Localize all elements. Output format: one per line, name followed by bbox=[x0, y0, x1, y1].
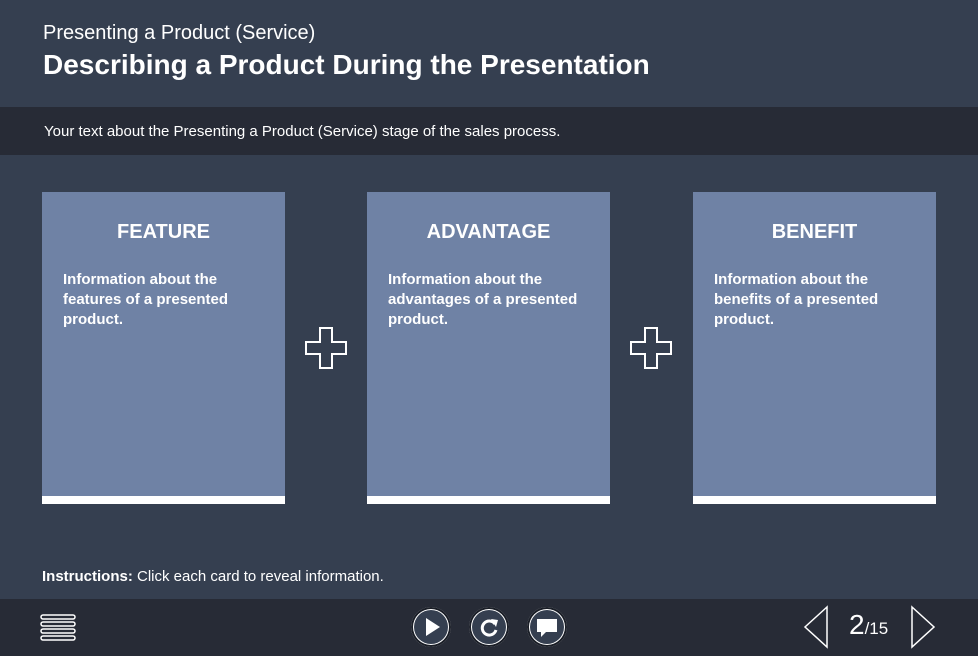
slide-title: Describing a Product During the Presenta… bbox=[43, 49, 650, 80]
card-text: Information about the features of a pres… bbox=[63, 271, 229, 328]
prev-arrow-icon[interactable] bbox=[803, 605, 829, 649]
intro-text: Your text about the Presenting a Product… bbox=[44, 123, 561, 140]
instructions-label: Instructions: bbox=[42, 568, 133, 585]
replay-button[interactable] bbox=[469, 607, 509, 647]
card-title: FEATURE bbox=[117, 221, 210, 243]
card-benefit[interactable]: BENEFIT Information about the benefits o… bbox=[693, 192, 936, 504]
play-button[interactable] bbox=[411, 607, 451, 647]
card-text: Information about the benefits of a pres… bbox=[714, 271, 879, 328]
plus-icon bbox=[305, 327, 347, 369]
comment-button[interactable] bbox=[527, 607, 567, 647]
player-toolbar: 2/15 bbox=[0, 599, 978, 656]
card-text: Information about the advantages of a pr… bbox=[388, 271, 578, 328]
card-title: BENEFIT bbox=[771, 221, 858, 243]
plus-icon bbox=[630, 327, 672, 369]
page-total: /15 bbox=[864, 619, 889, 638]
card-title: ADVANTAGE bbox=[426, 221, 551, 243]
page-counter: 2/15 bbox=[849, 609, 888, 641]
play-icon bbox=[426, 618, 440, 636]
card-advantage[interactable]: ADVANTAGE Information about the advantag… bbox=[367, 192, 610, 504]
page-current: 2 bbox=[849, 609, 865, 640]
card-feature[interactable]: FEATURE Information about the features o… bbox=[42, 192, 285, 504]
replay-icon bbox=[480, 619, 498, 637]
next-arrow-icon[interactable] bbox=[910, 605, 936, 649]
intro-bar: Your text about the Presenting a Product… bbox=[0, 107, 978, 155]
instructions-text: Click each card to reveal information. bbox=[137, 568, 384, 585]
slide-header: Presenting a Product (Service) Describin… bbox=[0, 0, 978, 107]
menu-icon[interactable] bbox=[40, 613, 76, 643]
slide-subtitle: Presenting a Product (Service) bbox=[43, 22, 316, 44]
instructions: Instructions: Click each card to reveal … bbox=[42, 568, 384, 585]
comment-icon bbox=[537, 619, 557, 637]
